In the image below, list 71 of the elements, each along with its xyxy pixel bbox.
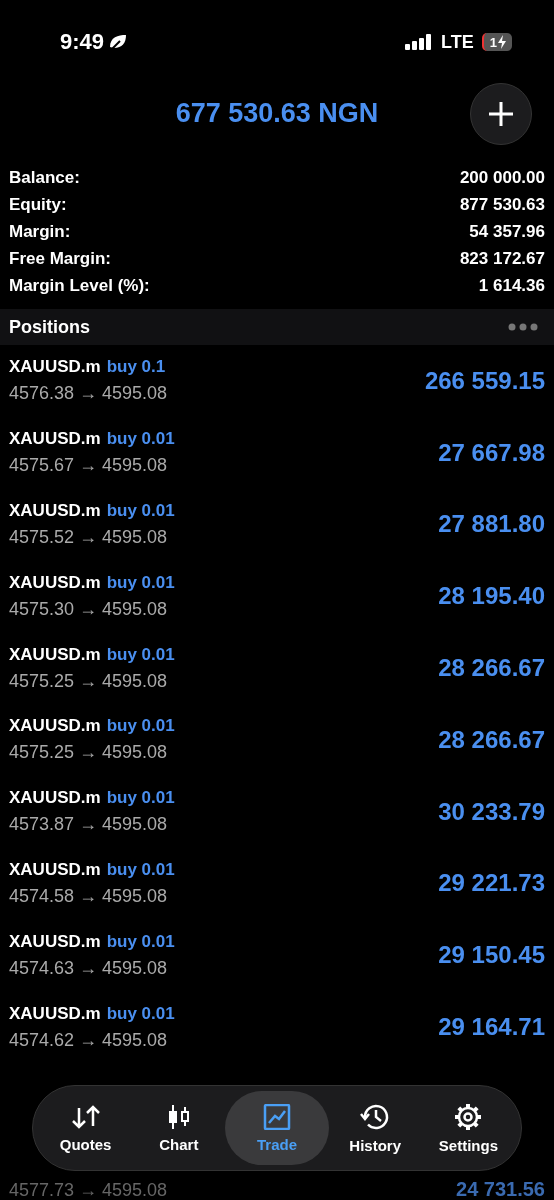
symbol-label: XAUUSD.m <box>9 788 101 809</box>
tab[interactable]: Chart <box>132 1091 226 1165</box>
order-label: buy 0.01 <box>106 859 175 880</box>
tab[interactable]: Trade <box>225 1091 329 1165</box>
up-down-arrows-icon <box>70 1103 101 1130</box>
profit-value: 29 164.71 <box>438 1013 545 1042</box>
profit-value: 30 233.79 <box>438 797 545 826</box>
history-icon <box>360 1102 391 1131</box>
symbol-label: XAUUSD.m <box>9 644 101 665</box>
profit-value: 28 266.67 <box>438 725 545 754</box>
price-range: 4575.52 → 4595.08 <box>9 527 169 548</box>
account-value: 1 614.36 <box>478 275 545 296</box>
line-chart-icon <box>263 1103 291 1130</box>
settings-icon <box>454 1102 483 1131</box>
symbol-label: XAUUSD.m <box>9 572 101 593</box>
profit-value: 24 731.56 <box>456 1177 545 1200</box>
profit-value: 28 195.40 <box>438 582 545 611</box>
symbol-label: XAUUSD.m <box>9 931 101 952</box>
account-value: 823 172.67 <box>459 248 545 269</box>
account-label: Margin Level (%): <box>9 275 150 296</box>
order-label: buy 0.01 <box>106 931 175 952</box>
tab[interactable]: History <box>328 1091 422 1165</box>
price-range: 4575.30 → 4595.08 <box>9 598 169 620</box>
profit-value: 28 266.67 <box>438 654 545 683</box>
symbol-label: XAUUSD.m <box>9 501 101 521</box>
profit-value: 27 667.98 <box>438 438 545 467</box>
price-range: 4573.87 → 4595.08 <box>9 814 169 836</box>
profit-value: 29 150.45 <box>438 941 545 970</box>
account-value: 200 000.00 <box>459 167 545 188</box>
account-label: Margin: <box>9 221 71 242</box>
order-label: buy 0.1 <box>106 357 166 378</box>
signal-icon <box>405 34 434 50</box>
order-label: buy 0.01 <box>106 501 175 521</box>
symbol-label: XAUUSD.m <box>9 429 101 450</box>
tab[interactable]: Settings <box>421 1091 515 1165</box>
symbol-label: XAUUSD.m <box>9 357 101 378</box>
price-range: 4574.62 → 4595.08 <box>9 1029 169 1051</box>
order-label: buy 0.01 <box>106 429 175 450</box>
account-value: 877 530.63 <box>459 194 545 215</box>
symbol-label: XAUUSD.m <box>9 716 101 737</box>
candlestick-icon <box>166 1103 191 1130</box>
section-title: Positions <box>9 316 90 338</box>
account-label: Free Margin: <box>9 248 112 269</box>
price-range: 4574.58 → 4595.08 <box>9 885 169 907</box>
order-label: buy 0.01 <box>106 788 175 809</box>
price-range: 4575.25 → 4595.08 <box>9 742 169 764</box>
profit-value: 29 221.73 <box>438 869 545 898</box>
profit-value: 27 881.80 <box>438 510 545 539</box>
equity-title: 677 530.63 NGN <box>175 97 379 129</box>
symbol-label: XAUUSD.m <box>9 859 101 880</box>
price-range: 4574.63 → 4595.08 <box>9 957 169 979</box>
plus-icon <box>487 100 515 128</box>
order-label: buy 0.01 <box>106 644 175 665</box>
profit-value: 266 559.15 <box>424 366 545 395</box>
account-value: 54 357.96 <box>469 221 545 242</box>
price-range: 4575.67 → 4595.08 <box>9 455 169 477</box>
price-range: 4575.25 → 4595.08 <box>9 670 169 692</box>
account-label: Balance: <box>9 167 80 188</box>
order-label: buy 0.01 <box>106 1003 175 1024</box>
price-range: 4577.73 → 4595.08 <box>9 1179 168 1200</box>
symbol-label: XAUUSD.m <box>9 1003 101 1024</box>
network-label: LTE <box>441 31 474 53</box>
leaf-icon <box>108 33 129 51</box>
account-label: Equity: <box>9 194 67 215</box>
more-icon[interactable] <box>508 323 538 331</box>
battery-icon: 1 <box>481 33 512 51</box>
order-label: buy 0.01 <box>106 716 175 737</box>
clock-time: 9:49 <box>60 29 105 55</box>
order-label: buy 0.01 <box>106 572 175 593</box>
tab[interactable]: Quotes <box>39 1091 133 1165</box>
price-range: 4576.38 → 4595.08 <box>9 383 168 405</box>
